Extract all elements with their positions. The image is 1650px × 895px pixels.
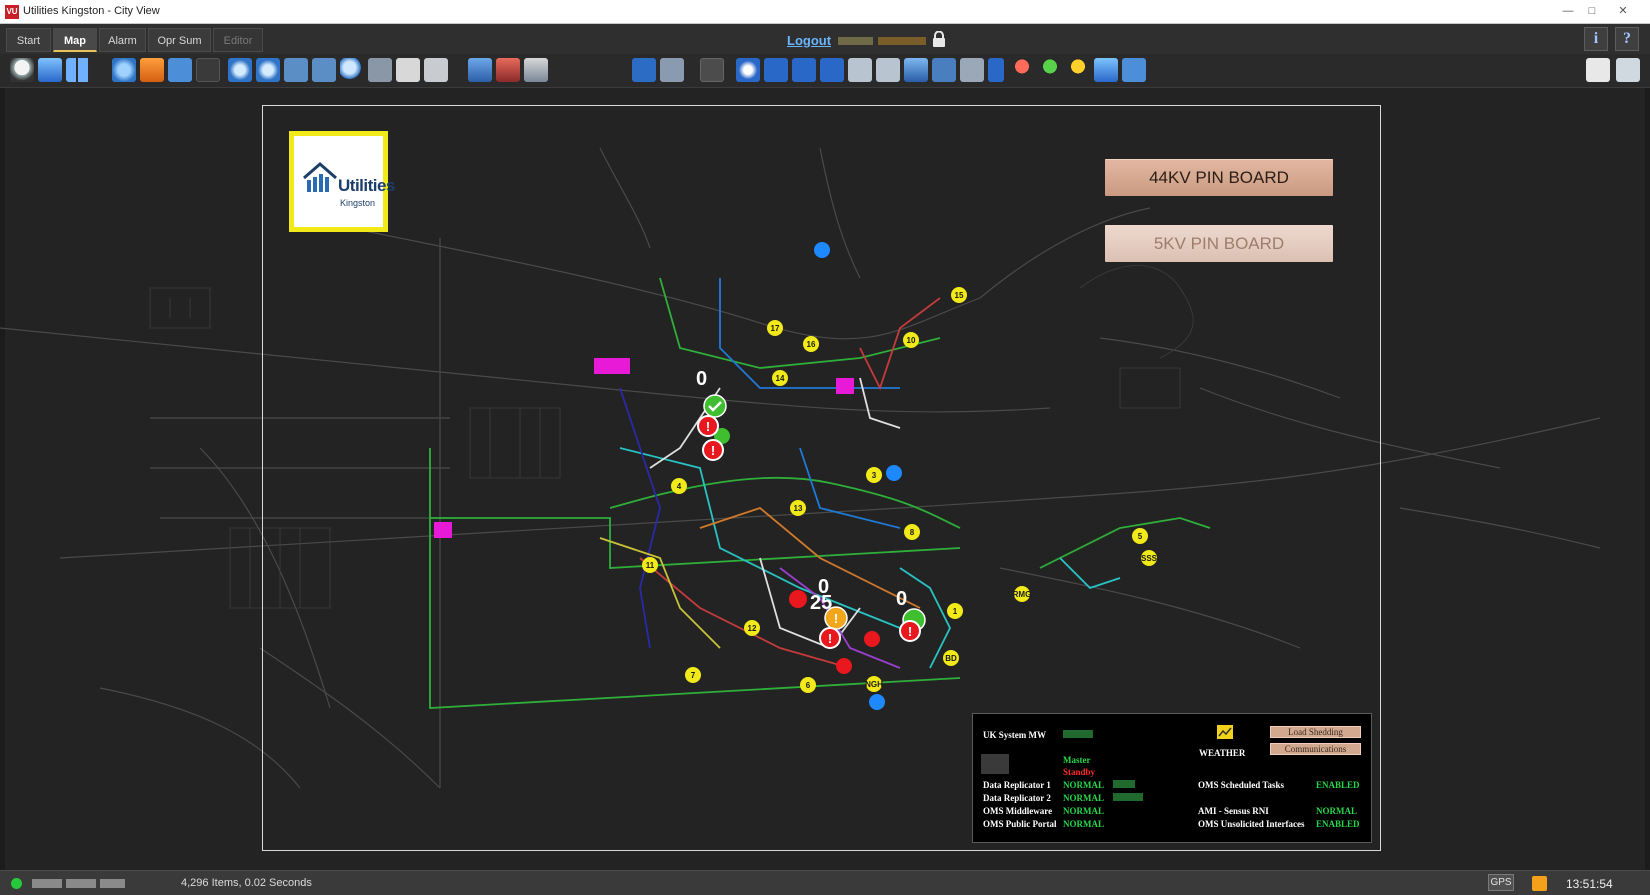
panel-icon[interactable] (848, 58, 872, 82)
app-icon: VU (5, 5, 19, 19)
ami-sensus-rni-label: AMI - Sensus RNI (1198, 806, 1269, 816)
trace-loop-icon[interactable] (820, 58, 844, 82)
server-redacted (981, 754, 1009, 774)
master-label: Master (1063, 755, 1091, 765)
compass-icon[interactable] (736, 58, 760, 82)
3d-view-icon[interactable] (368, 58, 392, 82)
red-pin-icon[interactable] (1010, 58, 1034, 82)
lightning-icon[interactable] (1094, 58, 1118, 82)
system-mw-value (1063, 730, 1093, 738)
gps-button[interactable]: GPS (1488, 874, 1514, 891)
folder-open-icon[interactable] (38, 58, 62, 82)
chevron-right-icon[interactable] (988, 58, 1004, 82)
toolbar (0, 54, 1650, 88)
export-icon[interactable] (1616, 58, 1640, 82)
window-titlebar: VU Utilities Kingston - City View — □ ✕ (0, 0, 1650, 24)
zoom-in-icon[interactable] (228, 58, 252, 82)
checklist-icon[interactable] (960, 58, 984, 82)
tab-opr-sum[interactable]: Opr Sum (148, 28, 211, 52)
connection-status-icon (11, 878, 22, 889)
load-shedding-button[interactable]: Load Shedding (1270, 726, 1361, 738)
alarm-indicator-icon[interactable] (1532, 876, 1547, 891)
vu-logo-icon[interactable] (632, 58, 656, 82)
home-icon[interactable] (140, 58, 164, 82)
clock: 13:51:54 (1566, 877, 1613, 891)
chevron-down-icon[interactable] (1122, 58, 1146, 82)
status-bar: 4,296 Items, 0.02 Seconds GPS 13:51:54 (0, 870, 1650, 895)
print-icon[interactable] (396, 58, 420, 82)
tab-editor: Editor (213, 28, 263, 52)
utilities-kingston-logo: Utilities Kingston (289, 131, 395, 232)
oms-scheduled-tasks-label: OMS Scheduled Tasks (1198, 780, 1285, 790)
minimize-icon[interactable]: — (1558, 3, 1578, 19)
tab-alarm[interactable]: Alarm (99, 28, 146, 52)
username-redacted (838, 37, 873, 45)
oms-unsolicited-interfaces-label: OMS Unsolicited Interfaces (1198, 819, 1305, 829)
oms-tools-icon[interactable] (468, 58, 492, 82)
tab-map[interactable]: Map (53, 28, 97, 52)
standby-label: Standby (1063, 767, 1096, 777)
oms-middleware-label: OMS Middleware (983, 806, 1053, 816)
trace-down-icon[interactable] (792, 58, 816, 82)
measure-icon[interactable] (700, 58, 724, 82)
data-replicator-2-status: NORMAL (1063, 793, 1104, 803)
weather-label: WEATHER (1199, 748, 1246, 758)
report-icon[interactable] (424, 58, 448, 82)
maximize-icon[interactable]: □ (1582, 3, 1602, 19)
lock-icon[interactable] (932, 31, 946, 47)
logout-link[interactable]: Logout (787, 33, 831, 48)
oms-scheduled-tasks-status: ENABLED (1316, 780, 1360, 790)
crop-icon[interactable] (284, 58, 308, 82)
oms-public-portal-status: NORMAL (1063, 819, 1104, 829)
logo-subtitle: Kingston (340, 198, 376, 208)
list-icon[interactable] (660, 58, 684, 82)
table-icon[interactable] (876, 58, 900, 82)
weather-icon[interactable] (1217, 725, 1233, 739)
data-replicator-2-label: Data Replicator 2 (983, 793, 1051, 803)
layer-down-icon[interactable] (524, 58, 548, 82)
globe-icon[interactable] (112, 58, 136, 82)
trend-chart-icon[interactable] (1586, 58, 1610, 82)
data-replicator-1-label: Data Replicator 1 (983, 780, 1051, 790)
zoom-out-icon[interactable] (256, 58, 280, 82)
userrole-redacted (878, 37, 926, 45)
dms-icon[interactable] (496, 58, 520, 82)
window-title: Utilities Kingston - City View (23, 5, 160, 17)
oms-middleware-status: NORMAL (1063, 806, 1104, 816)
system-status-panel: UK System MW WEATHER Load Shedding Commu… (972, 713, 1372, 843)
help-icon[interactable]: ? (1615, 27, 1639, 51)
trace-up-icon[interactable] (764, 58, 788, 82)
green-pin-icon[interactable] (1038, 58, 1062, 82)
communications-button[interactable]: Communications (1270, 743, 1361, 755)
grid-layout-icon[interactable] (66, 58, 90, 82)
magnifier-icon[interactable] (340, 58, 364, 82)
forward-arrow-icon[interactable] (196, 58, 220, 82)
yellow-pin-icon[interactable] (1066, 58, 1090, 82)
warning-icon[interactable] (904, 58, 928, 82)
close-icon[interactable]: ✕ (1613, 3, 1633, 19)
5kv-pin-board-button[interactable]: 5KV PIN BOARD (1105, 225, 1333, 262)
logo-brand: Utilities (338, 176, 395, 195)
info-icon[interactable]: i (1584, 27, 1608, 51)
ami-sensus-rni-status: NORMAL (1316, 806, 1357, 816)
back-arrow-icon[interactable] (168, 58, 192, 82)
server-name-redacted (32, 879, 62, 888)
pan-icon[interactable] (312, 58, 336, 82)
house-logo-icon (303, 162, 337, 192)
tab-start[interactable]: Start (6, 28, 51, 52)
uk-system-mw-label: UK System MW (983, 730, 1046, 740)
items-count: 4,296 Items, 0.02 Seconds (181, 877, 312, 889)
truck-icon[interactable] (932, 58, 956, 82)
44kv-pin-board-button[interactable]: 44KV PIN BOARD (1105, 159, 1333, 196)
oms-unsolicited-interfaces-status: ENABLED (1316, 819, 1360, 829)
data-replicator-1-status: NORMAL (1063, 780, 1104, 790)
oms-public-portal-label: OMS Public Portal (983, 819, 1057, 829)
bell-icon[interactable] (10, 58, 34, 82)
